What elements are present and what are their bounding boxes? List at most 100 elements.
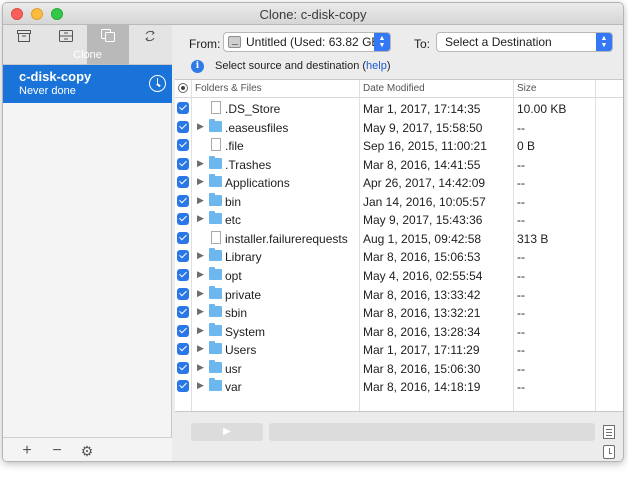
row-checkbox[interactable] bbox=[177, 268, 189, 281]
row-name: Library bbox=[225, 250, 262, 265]
row-date: Mar 8, 2016, 14:18:19 bbox=[363, 380, 481, 395]
row-checkbox[interactable] bbox=[177, 231, 189, 244]
disclosure-triangle-icon[interactable]: ▶ bbox=[197, 288, 204, 299]
row-date: Mar 8, 2016, 14:41:55 bbox=[363, 157, 481, 172]
row-checkbox[interactable] bbox=[177, 324, 189, 337]
table-row[interactable]: ▶ bin Jan 14, 2016, 10:05:57 -- bbox=[175, 192, 623, 211]
disclosure-triangle-icon[interactable]: ▶ bbox=[197, 362, 204, 373]
task-status: Never done bbox=[19, 85, 76, 97]
row-checkbox[interactable] bbox=[177, 176, 189, 189]
row-name: var bbox=[225, 380, 242, 395]
disclosure-triangle-icon[interactable]: ▶ bbox=[197, 306, 204, 317]
row-size: -- bbox=[517, 361, 525, 376]
row-checkbox[interactable] bbox=[177, 139, 189, 152]
remove-task-button[interactable]: − bbox=[47, 441, 67, 461]
table-row[interactable]: ▶ .easeusfiles May 9, 2017, 15:58:50 -- bbox=[175, 118, 623, 137]
row-date: Mar 8, 2016, 15:06:53 bbox=[363, 250, 481, 265]
task-item-c-disk-copy[interactable]: c-disk-copy Never done bbox=[3, 65, 172, 103]
row-size: 10.00 KB bbox=[517, 102, 567, 116]
row-checkbox[interactable] bbox=[177, 343, 189, 356]
table-row[interactable]: .DS_Store Mar 1, 2017, 17:14:35 10.00 KB bbox=[175, 99, 623, 118]
disclosure-triangle-icon[interactable]: ▶ bbox=[197, 269, 204, 280]
row-checkbox[interactable] bbox=[177, 120, 189, 133]
row-checkbox[interactable] bbox=[177, 287, 189, 300]
row-size: -- bbox=[517, 268, 525, 283]
table-row[interactable]: installer.failurerequests Aug 1, 2015, 09… bbox=[175, 229, 623, 248]
active-tab-label: Clone bbox=[73, 49, 102, 61]
column-header-date[interactable]: Date Modified bbox=[363, 83, 425, 94]
row-checkbox[interactable] bbox=[177, 213, 189, 226]
row-checkbox[interactable] bbox=[177, 194, 189, 207]
disclosure-triangle-icon[interactable]: ▶ bbox=[197, 343, 204, 354]
table-row[interactable]: ▶ private Mar 8, 2016, 13:33:42 -- bbox=[175, 285, 623, 304]
start-clone-button[interactable]: ▶ bbox=[191, 423, 263, 441]
row-size: -- bbox=[517, 120, 525, 135]
disclosure-triangle-icon[interactable]: ▶ bbox=[197, 195, 204, 206]
table-row[interactable]: ▶ var Mar 8, 2016, 14:18:19 -- bbox=[175, 377, 623, 396]
row-date: Mar 8, 2016, 15:06:30 bbox=[363, 361, 481, 376]
destination-select[interactable]: Select a Destination ▲ ▼ bbox=[436, 32, 613, 52]
tab-archive[interactable] bbox=[3, 25, 45, 47]
folder-icon bbox=[209, 378, 222, 392]
row-size: 313 B bbox=[517, 231, 549, 246]
row-name: .easeusfiles bbox=[225, 120, 289, 135]
schedule-clock-icon[interactable] bbox=[149, 75, 166, 92]
history-clock-icon[interactable] bbox=[603, 445, 615, 459]
settings-gear-icon[interactable]: ⚙ bbox=[77, 441, 97, 461]
table-row[interactable]: ▶ .Trashes Mar 8, 2016, 14:41:55 -- bbox=[175, 155, 623, 174]
row-size: -- bbox=[517, 250, 525, 265]
column-header-name[interactable]: Folders & Files bbox=[195, 83, 262, 94]
file-table: Folders & Files Date Modified Size .DS_S… bbox=[175, 79, 623, 412]
tab-sync[interactable] bbox=[129, 25, 171, 47]
clone-icon bbox=[101, 29, 115, 42]
table-row[interactable]: .file Sep 16, 2015, 11:00:21 0 B bbox=[175, 136, 623, 155]
table-row[interactable]: ▶ sbin Mar 8, 2016, 13:32:21 -- bbox=[175, 303, 623, 322]
disclosure-triangle-icon[interactable]: ▶ bbox=[197, 380, 204, 391]
file-icon bbox=[211, 230, 221, 244]
row-checkbox[interactable] bbox=[177, 102, 189, 114]
row-checkbox[interactable] bbox=[177, 361, 189, 374]
row-checkbox[interactable] bbox=[177, 157, 189, 170]
table-row[interactable]: ▶ Users Mar 1, 2017, 17:11:29 -- bbox=[175, 340, 623, 359]
table-row[interactable]: ▶ Library Mar 8, 2016, 15:06:53 -- bbox=[175, 247, 623, 266]
row-date: Mar 8, 2016, 13:28:34 bbox=[363, 324, 481, 339]
disclosure-triangle-icon[interactable]: ▶ bbox=[197, 213, 204, 224]
select-all-icon[interactable] bbox=[178, 83, 188, 93]
tab-drive[interactable] bbox=[45, 25, 87, 47]
log-document-icon[interactable] bbox=[603, 425, 615, 439]
sidebar: Clone c-disk-copy Never done + − ⚙ bbox=[3, 25, 172, 461]
row-date: Jan 14, 2016, 10:05:57 bbox=[363, 194, 486, 209]
row-name: etc bbox=[225, 213, 242, 228]
disclosure-triangle-icon[interactable]: ▶ bbox=[197, 121, 204, 132]
help-link[interactable]: help bbox=[366, 60, 387, 72]
row-name: bin bbox=[225, 194, 242, 209]
column-header-size[interactable]: Size bbox=[517, 83, 536, 94]
table-header: Folders & Files Date Modified Size bbox=[175, 80, 623, 98]
disclosure-triangle-icon[interactable]: ▶ bbox=[197, 176, 204, 187]
folder-icon bbox=[209, 285, 222, 299]
row-name: usr bbox=[225, 361, 242, 376]
disclosure-triangle-icon[interactable]: ▶ bbox=[197, 158, 204, 169]
disclosure-triangle-icon[interactable]: ▶ bbox=[197, 250, 204, 261]
add-task-button[interactable]: + bbox=[17, 441, 37, 461]
row-date: Apr 26, 2017, 14:42:09 bbox=[363, 176, 486, 191]
row-size: -- bbox=[517, 324, 525, 339]
table-row[interactable]: ▶ usr Mar 8, 2016, 15:06:30 -- bbox=[175, 359, 623, 378]
table-row[interactable]: ▶ Applications Apr 26, 2017, 14:42:09 -- bbox=[175, 173, 623, 192]
source-select[interactable]: Untitled (Used: 63.82 GB) ▲ ▼ bbox=[223, 32, 391, 52]
row-checkbox[interactable] bbox=[177, 380, 189, 393]
folder-icon bbox=[209, 359, 222, 373]
row-checkbox[interactable] bbox=[177, 250, 189, 263]
disclosure-triangle-icon[interactable]: ▶ bbox=[197, 325, 204, 336]
table-row[interactable]: ▶ opt May 4, 2016, 02:55:54 -- bbox=[175, 266, 623, 285]
row-size: -- bbox=[517, 306, 525, 321]
folder-icon bbox=[209, 211, 222, 225]
table-row[interactable]: ▶ System Mar 8, 2016, 13:28:34 -- bbox=[175, 322, 623, 341]
table-row[interactable]: ▶ etc May 9, 2017, 15:43:36 -- bbox=[175, 210, 623, 229]
row-size: -- bbox=[517, 287, 525, 302]
row-size: -- bbox=[517, 343, 525, 358]
source-value: Untitled (Used: 63.82 GB) bbox=[246, 35, 384, 49]
folder-icon bbox=[209, 192, 222, 206]
folder-icon bbox=[209, 155, 222, 169]
row-checkbox[interactable] bbox=[177, 306, 189, 319]
